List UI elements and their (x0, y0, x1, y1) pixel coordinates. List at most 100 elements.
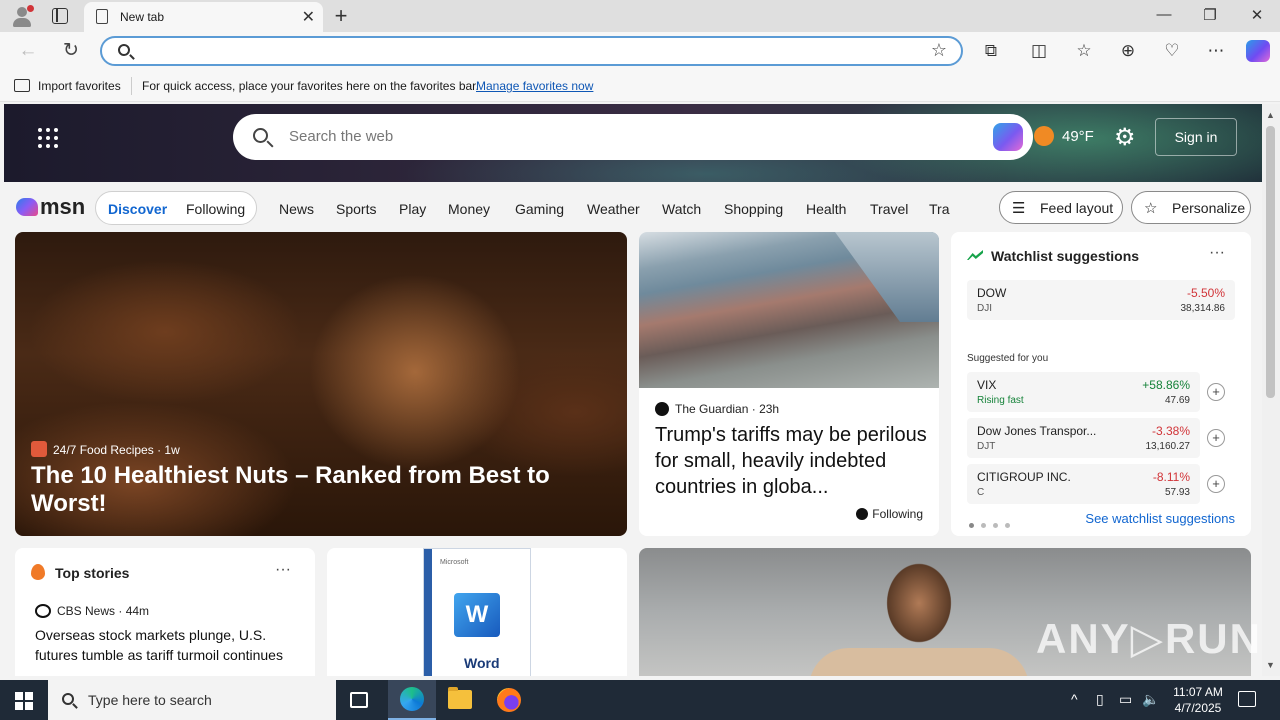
suggested-label: Suggested for you (967, 353, 1049, 364)
stock-price: 13,160.27 (1145, 441, 1191, 452)
nav-sports[interactable]: Sports (336, 201, 376, 217)
tab-new-tab[interactable]: New tab ✕ (84, 2, 323, 32)
word-ad-card[interactable]: Microsoft W Word (327, 548, 627, 676)
star-edit-icon: ☆ (1144, 200, 1158, 217)
taskbar-search-input[interactable]: Type here to search (88, 692, 212, 708)
stock-row-dow[interactable]: DOW DJI -5.50% 38,314.86 (967, 280, 1235, 320)
add-to-watchlist-button[interactable]: + (1207, 429, 1225, 447)
search-icon (118, 44, 130, 56)
nav-gaming[interactable]: Gaming (515, 201, 564, 217)
nav-news[interactable]: News (279, 201, 314, 217)
favorite-star-icon[interactable]: ☆ (931, 40, 947, 61)
clock-date: 4/7/2025 (1174, 701, 1222, 715)
nav-shopping[interactable]: Shopping (724, 201, 783, 217)
add-to-watchlist-button[interactable]: + (1207, 475, 1225, 493)
feed-toggle: Discover Following (95, 191, 257, 225)
favorites-message: For quick access, place your favorites h… (142, 79, 479, 93)
minimize-button[interactable]: — (1149, 6, 1179, 23)
msn-logo[interactable]: msn (16, 194, 85, 220)
feed-layout-button[interactable]: ☰ Feed layout (999, 191, 1123, 224)
word-label: Word (464, 655, 500, 671)
collections-icon[interactable]: ⊕ (1117, 40, 1139, 62)
tab-following[interactable]: Following (186, 201, 245, 217)
sign-in-button[interactable]: Sign in (1155, 118, 1237, 156)
import-favorites-button[interactable]: Import favorites (38, 79, 121, 93)
split-screen-icon[interactable]: ◫ (1028, 40, 1050, 62)
scroll-thumb[interactable] (1266, 126, 1275, 398)
search-icon (62, 693, 74, 705)
nav-health[interactable]: Health (806, 201, 846, 217)
nav-play[interactable]: Play (399, 201, 426, 217)
firefox-icon[interactable] (497, 688, 521, 712)
network-icon[interactable]: ▭ (1119, 691, 1132, 708)
volume-icon[interactable]: 🔈 (1142, 691, 1159, 708)
more-options-icon[interactable]: ··· (1209, 244, 1225, 262)
stock-row-vix[interactable]: VIX Rising fast +58.86% 47.69 (967, 372, 1200, 412)
navigation-bar: ← ↻ ☆ ⧉ ◫ ☆ ⊕ ♡ ⋯ (0, 32, 1280, 70)
address-bar[interactable]: ☆ (100, 36, 963, 66)
personalize-button[interactable]: ☆ Personalize (1131, 191, 1251, 224)
settings-gear-icon[interactable]: ⚙ (1114, 123, 1136, 152)
favorites-icon[interactable]: ☆ (1073, 40, 1095, 62)
web-search-box[interactable]: Search the web (233, 114, 1033, 160)
guardian-headline[interactable]: Trump's tariffs may be perilous for smal… (655, 422, 931, 500)
hero-article-card[interactable]: 24/7 Food Recipes · 1w The 10 Healthiest… (15, 232, 627, 536)
nav-watch[interactable]: Watch (662, 201, 701, 217)
battery-icon[interactable]: ▯ (1096, 691, 1104, 708)
windows-start-icon[interactable] (15, 692, 33, 710)
copilot-icon[interactable] (1246, 40, 1270, 62)
taskbar-search[interactable]: Type here to search (48, 680, 336, 720)
file-explorer-icon[interactable] (448, 687, 472, 709)
notifications-icon[interactable] (1238, 691, 1256, 707)
back-icon[interactable]: ← (15, 39, 41, 63)
more-options-icon[interactable]: ··· (275, 561, 291, 579)
stock-row-djt[interactable]: Dow Jones Transpor... DJT -3.38% 13,160.… (967, 418, 1200, 458)
copilot-search-icon[interactable] (993, 123, 1023, 151)
page-scrollbar[interactable]: ▲ ▼ (1262, 104, 1280, 676)
top-story-headline[interactable]: Overseas stock markets plunge, U.S. futu… (35, 625, 305, 665)
add-to-watchlist-button[interactable]: + (1207, 383, 1225, 401)
nav-travel[interactable]: Travel (870, 201, 908, 217)
port-image (639, 232, 939, 388)
refresh-icon[interactable]: ↻ (58, 39, 84, 63)
task-view-icon[interactable] (350, 692, 368, 708)
manage-favorites-link[interactable]: Manage favorites now (476, 79, 593, 93)
nav-weather[interactable]: Weather (587, 201, 640, 217)
system-clock[interactable]: 11:07 AM 4/7/2025 (1170, 684, 1226, 716)
apps-waffle-icon[interactable] (38, 128, 58, 148)
see-watchlist-link[interactable]: See watchlist suggestions (1085, 511, 1235, 526)
close-tab-icon[interactable]: ✕ (302, 7, 315, 27)
nav-money[interactable]: Money (448, 201, 490, 217)
weather-sun-icon[interactable] (1034, 126, 1054, 146)
taskbar: Type here to search ^ ▯ ▭ 🔈 11:07 AM 4/7… (0, 680, 1280, 720)
stock-ticker: C (977, 487, 985, 498)
scroll-down-icon[interactable]: ▼ (1266, 660, 1275, 670)
following-badge[interactable]: Following (856, 507, 923, 521)
close-window-button[interactable]: ✕ (1242, 6, 1272, 24)
performance-icon[interactable]: ♡ (1161, 40, 1183, 62)
hero-headline[interactable]: The 10 Healthiest Nuts – Ranked from Bes… (31, 462, 627, 518)
scroll-up-icon[interactable]: ▲ (1266, 110, 1275, 120)
stock-ticker: DJI (977, 303, 992, 314)
word-box-image: Microsoft W Word (423, 548, 531, 676)
chevron-up-icon[interactable]: ^ (1071, 691, 1078, 707)
carousel-pager[interactable] (969, 516, 1017, 531)
restore-button[interactable]: ❐ (1195, 6, 1225, 24)
import-icon (14, 79, 30, 92)
tab-discover[interactable]: Discover (108, 201, 167, 217)
nav-more-truncated[interactable]: Tra (929, 201, 949, 217)
web-search-input[interactable]: Search the web (289, 128, 393, 145)
more-options-icon[interactable]: ⋯ (1205, 40, 1227, 62)
new-tab-button[interactable]: + (330, 3, 352, 29)
guardian-article-card[interactable]: The Guardian · 23h Trump's tariffs may b… (639, 232, 939, 536)
hero-background: Search the web 49°F ⚙ Sign in (4, 104, 1262, 182)
tab-actions-icon[interactable] (52, 8, 68, 24)
stock-trend-icon (967, 250, 983, 260)
profile-icon[interactable] (10, 5, 34, 27)
stock-change: +58.86% (1142, 378, 1190, 392)
temperature[interactable]: 49°F (1062, 128, 1094, 145)
extensions-icon[interactable]: ⧉ (980, 40, 1002, 62)
article-source: 24/7 Food Recipes · 1w (31, 441, 180, 457)
stock-row-citi[interactable]: CITIGROUP INC. C -8.11% 57.93 (967, 464, 1200, 504)
edge-taskbar-button[interactable] (388, 680, 436, 720)
